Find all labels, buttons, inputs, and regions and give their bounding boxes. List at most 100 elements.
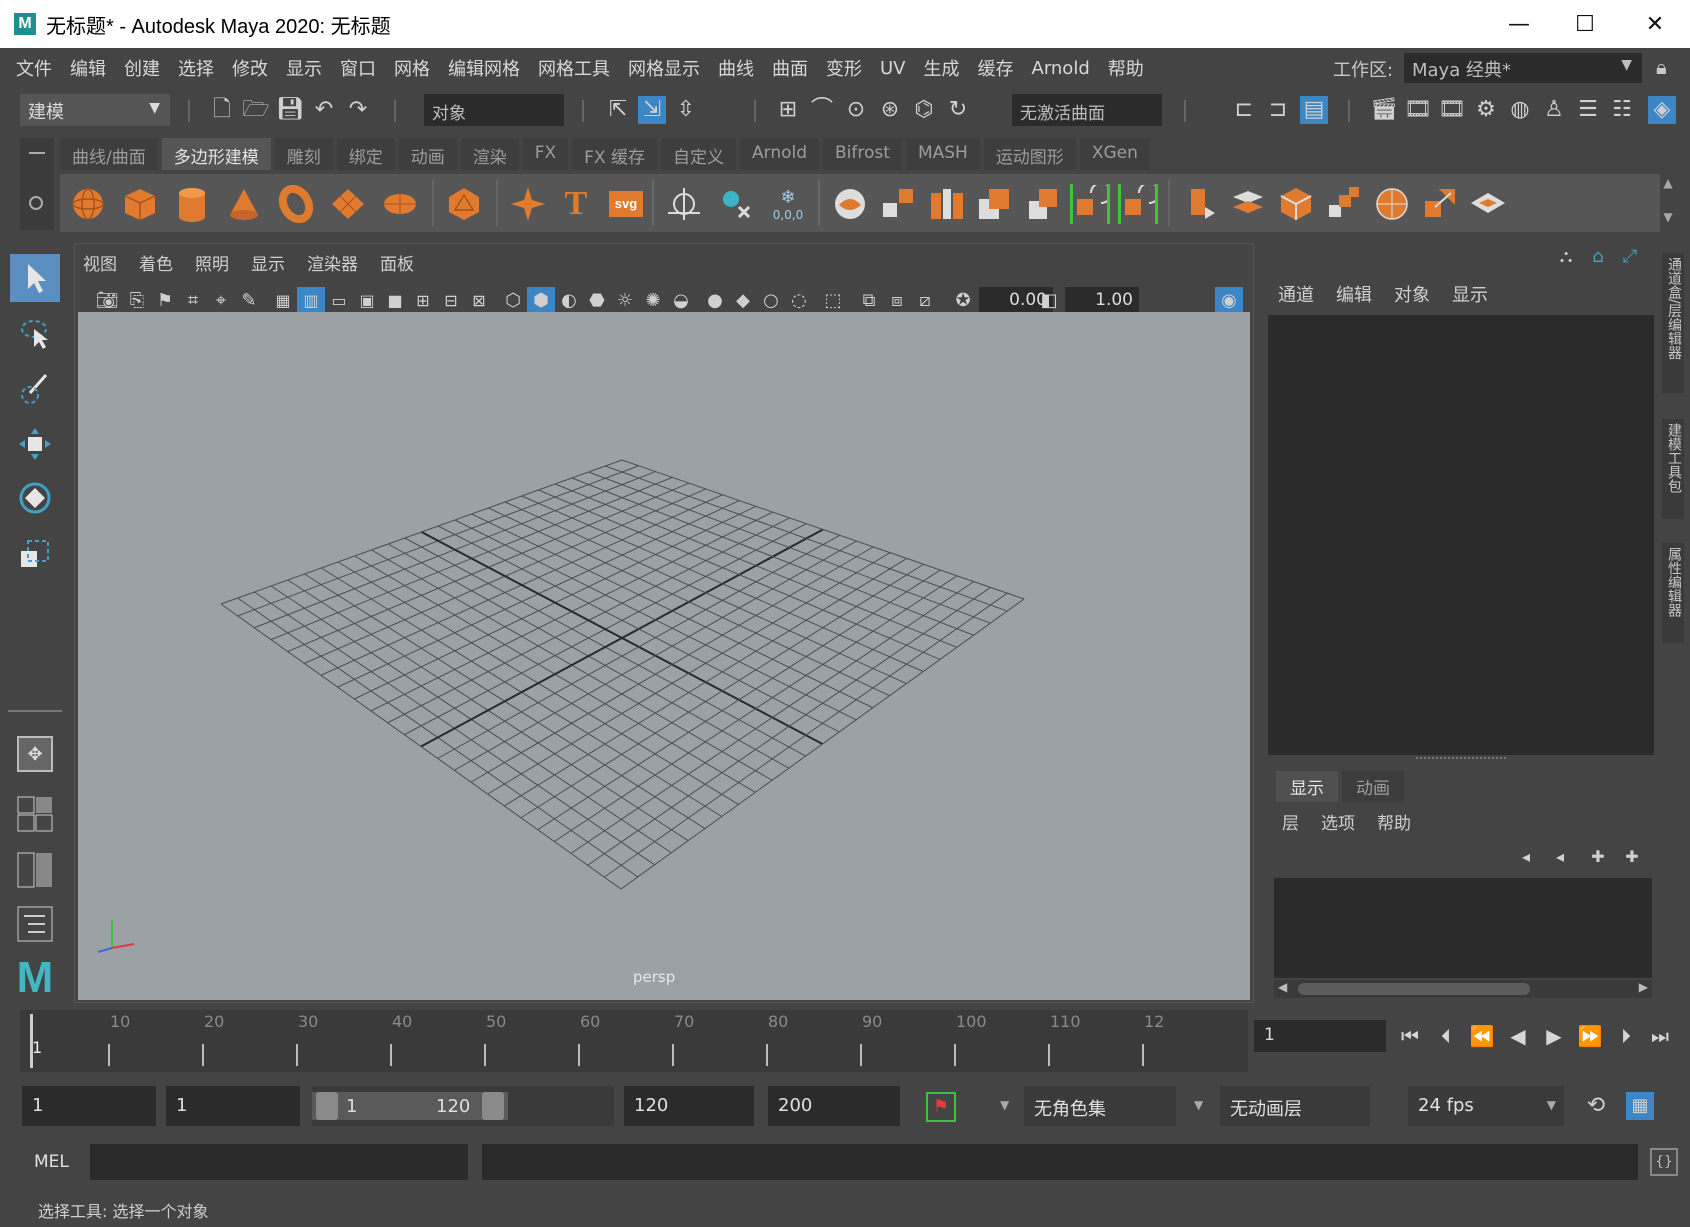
input-ops-icon[interactable]: ⊏ xyxy=(1230,96,1258,124)
close-button[interactable]: ✕ xyxy=(1620,0,1690,48)
wireframe-shaded-icon[interactable]: ⬡ xyxy=(499,287,527,315)
layer-menu-layers[interactable]: 层 xyxy=(1282,809,1299,834)
grid-toggle-icon[interactable]: ▦ xyxy=(269,287,297,315)
poly-cone-icon[interactable] xyxy=(224,184,264,224)
single-perspective-view-icon[interactable]: ✥ xyxy=(10,730,60,778)
snap-view-plane-icon[interactable]: ⊛ xyxy=(876,96,904,124)
scroll-left-icon[interactable]: ◀ xyxy=(1278,980,1287,994)
panel-menu-show[interactable]: 显示 xyxy=(251,250,285,275)
tab-custom[interactable]: 自定义 xyxy=(661,138,736,170)
scroll-right-icon[interactable]: ▶ xyxy=(1639,980,1648,994)
modeling-toolkit-icon[interactable]: ☰ xyxy=(1574,96,1602,124)
new-layer-selected-icon[interactable]: ✚ xyxy=(1618,843,1646,871)
channel-box-menu-show[interactable]: 显示 xyxy=(1452,281,1488,307)
color-management-icon[interactable]: ◉ xyxy=(1215,287,1243,315)
bridge-icon[interactable] xyxy=(1070,184,1110,224)
safe-title-icon[interactable]: ⊟ xyxy=(437,287,465,315)
select-by-component-icon[interactable]: ⇳ xyxy=(672,96,700,124)
move-layer-up-icon[interactable]: ◂ xyxy=(1512,843,1540,871)
menu-arnold[interactable]: Arnold xyxy=(1032,58,1090,79)
move-layer-down-icon[interactable]: ◂ xyxy=(1546,843,1574,871)
maximize-button[interactable]: ☐ xyxy=(1550,0,1620,48)
fps-select[interactable]: 24 fps ▼ xyxy=(1408,1086,1564,1126)
tab-rendering[interactable]: 渲染 xyxy=(460,138,519,170)
render-settings-icon[interactable]: ⚙︎ xyxy=(1472,96,1500,124)
tab-fx[interactable]: FX xyxy=(522,138,569,170)
poly-cube-icon[interactable] xyxy=(120,184,160,224)
menu-file[interactable]: 文件 xyxy=(16,55,52,81)
default-material-icon[interactable]: ◐ xyxy=(555,287,583,315)
tab-mash[interactable]: MASH xyxy=(905,138,980,170)
channel-box-toggle-icon[interactable]: ◈ xyxy=(1648,96,1676,124)
layer-list[interactable] xyxy=(1274,878,1652,978)
playback-end-field[interactable]: 120 xyxy=(624,1086,754,1126)
menu-mesh[interactable]: 网格 xyxy=(394,55,430,81)
panel-menu-shading[interactable]: 着色 xyxy=(139,250,173,275)
svg-icon[interactable]: svg xyxy=(606,184,646,224)
tab-anim-layers[interactable]: 动画 xyxy=(1342,771,1404,802)
gate-mask-icon[interactable]: ▣ xyxy=(353,287,381,315)
shelf-settings-icon[interactable] xyxy=(29,196,43,210)
unfold-icon[interactable] xyxy=(1420,184,1460,224)
lock-icon[interactable]: 🔒︎ xyxy=(1656,55,1667,79)
snap-rotate-icon[interactable]: ↻ xyxy=(944,96,972,124)
textured-icon[interactable]: ⬣ xyxy=(583,287,611,315)
range-end-handle[interactable] xyxy=(482,1092,504,1120)
menu-mesh-tools[interactable]: 网格工具 xyxy=(538,55,610,81)
render-view-icon[interactable]: 🎬︎ xyxy=(1370,96,1398,124)
tab-animation[interactable]: 动画 xyxy=(398,138,457,170)
smooth-icon[interactable] xyxy=(926,184,966,224)
float-panel-icon[interactable]: ⤢ xyxy=(1616,243,1644,271)
step-back-key-icon[interactable]: ⏪ xyxy=(1468,1022,1496,1050)
playback-start-field[interactable]: 1 xyxy=(166,1086,300,1126)
gamma-field[interactable]: 1.00 xyxy=(1065,287,1139,315)
gamma-icon[interactable]: ◧ xyxy=(1035,287,1063,315)
safe-action-icon[interactable]: ⊞ xyxy=(409,287,437,315)
new-scene-icon[interactable]: 🗋 xyxy=(208,96,236,124)
platonic-solid-icon[interactable] xyxy=(444,184,484,224)
channel-box-menu-edit[interactable]: 编辑 xyxy=(1336,281,1372,307)
move-tool-icon[interactable] xyxy=(10,420,60,468)
cut-uv-icon[interactable] xyxy=(1372,184,1412,224)
minimize-button[interactable]: — xyxy=(1484,0,1554,48)
side-tab-attribute-editor[interactable]: 属性编辑器 xyxy=(1662,543,1684,643)
chevron-down-icon[interactable]: ▼ xyxy=(1194,1098,1203,1112)
layer-scrollbar[interactable]: ◀ ▶ xyxy=(1274,980,1652,998)
chevron-up-icon[interactable]: ▲ xyxy=(1656,176,1680,190)
selection-mask-field[interactable]: 对象 xyxy=(424,94,564,126)
tab-curves-surfaces[interactable]: 曲线/曲面 xyxy=(60,138,158,170)
range-start-handle[interactable] xyxy=(316,1092,338,1120)
exposure-icon[interactable]: ✪ xyxy=(949,287,977,315)
panel-menu-view[interactable]: 视图 xyxy=(83,250,117,275)
scroll-thumb[interactable] xyxy=(1298,983,1530,995)
workspace-select[interactable]: Maya 经典* ▼ xyxy=(1404,53,1642,83)
film-gate-icon[interactable]: ▥ xyxy=(297,287,325,315)
auto-key-icon[interactable]: ⚑ xyxy=(926,1092,956,1122)
character-controls-icon[interactable]: ♙ xyxy=(1540,96,1568,124)
layout-icon[interactable] xyxy=(1468,184,1508,224)
grease-pencil-icon[interactable]: ✎ xyxy=(235,287,263,315)
select-by-object-icon[interactable]: ⇲ xyxy=(638,96,666,124)
save-scene-icon[interactable]: 💾︎ xyxy=(276,96,304,124)
paint-select-tool-icon[interactable] xyxy=(10,364,60,412)
isolate-select-icon[interactable]: ◌ xyxy=(785,287,813,315)
tab-arnold[interactable]: Arnold xyxy=(740,138,820,170)
bevel-icon[interactable] xyxy=(1118,184,1158,224)
quad-draw-icon[interactable] xyxy=(1324,184,1364,224)
anti-aliasing-icon[interactable]: ◆ xyxy=(729,287,757,315)
chevron-down-icon[interactable]: ▼ xyxy=(1000,1098,1009,1112)
menu-deform[interactable]: 变形 xyxy=(826,55,862,81)
command-input[interactable] xyxy=(90,1144,468,1180)
channel-box-menu-object[interactable]: 对象 xyxy=(1394,281,1430,307)
menu-create[interactable]: 创建 xyxy=(124,55,160,81)
motion-blur-icon[interactable]: ● xyxy=(701,287,729,315)
use-all-lights-icon[interactable]: ☼ xyxy=(611,287,639,315)
animation-prefs-icon[interactable]: ▦ xyxy=(1626,1092,1654,1120)
boolean-icon[interactable] xyxy=(974,184,1014,224)
select-by-hierarchy-icon[interactable]: ⇱ xyxy=(604,96,632,124)
shelf-menu[interactable] xyxy=(20,138,54,230)
live-surface-field[interactable]: 无激活曲面 xyxy=(1012,94,1162,126)
multicut-icon[interactable] xyxy=(1228,184,1268,224)
tab-sculpting[interactable]: 雕刻 xyxy=(274,138,333,170)
scale-tool-icon[interactable] xyxy=(10,530,60,578)
